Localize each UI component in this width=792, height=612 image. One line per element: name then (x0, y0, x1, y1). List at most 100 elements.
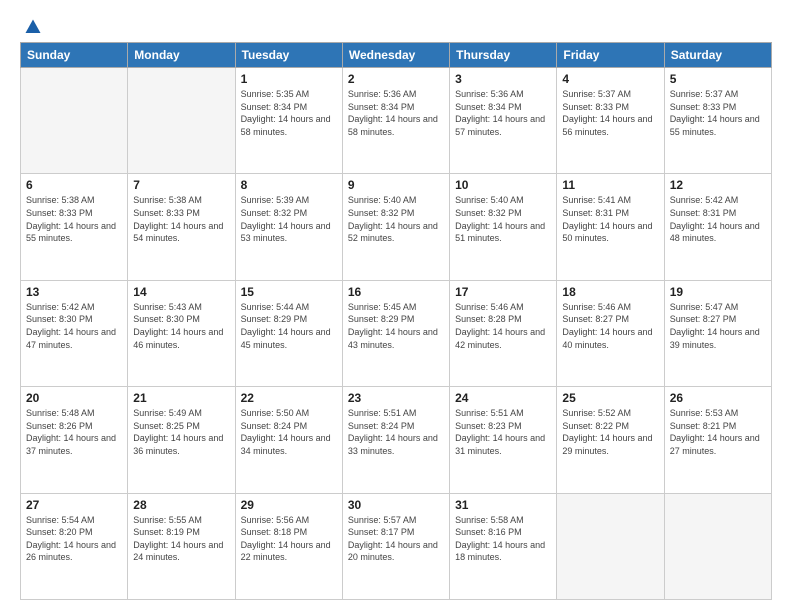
day-number: 12 (670, 178, 766, 192)
page: SundayMondayTuesdayWednesdayThursdayFrid… (0, 0, 792, 612)
cell-info: Sunrise: 5:37 AMSunset: 8:33 PMDaylight:… (670, 88, 766, 138)
calendar-week-row: 1Sunrise: 5:35 AMSunset: 8:34 PMDaylight… (21, 68, 772, 174)
day-number: 22 (241, 391, 337, 405)
day-number: 17 (455, 285, 551, 299)
cell-info: Sunrise: 5:51 AMSunset: 8:23 PMDaylight:… (455, 407, 551, 457)
calendar-week-row: 13 Sunrise: 5:42 AMSunset: 8:30 PMDayligh… (21, 280, 772, 386)
calendar-cell: 13 Sunrise: 5:42 AMSunset: 8:30 PMDayligh… (21, 280, 128, 386)
calendar-cell: 29Sunrise: 5:56 AMSunset: 8:18 PMDayligh… (235, 493, 342, 599)
day-number: 19 (670, 285, 766, 299)
calendar-cell: 22 Sunrise: 5:50 AMSunset: 8:24 PMDayligh… (235, 387, 342, 493)
cell-info: Sunrise: 5:45 AMSunset: 8:29 PMDaylight:… (348, 301, 444, 351)
day-number: 15 (241, 285, 337, 299)
cell-info: Sunrise: 5:58 AMSunset: 8:16 PMDaylight:… (455, 514, 551, 564)
day-number: 29 (241, 498, 337, 512)
day-number: 3 (455, 72, 551, 86)
day-number: 21 (133, 391, 229, 405)
calendar-cell: 10 Sunrise: 5:40 AMSunset: 8:32 PMDayligh… (450, 174, 557, 280)
day-number: 31 (455, 498, 551, 512)
day-number: 8 (241, 178, 337, 192)
day-number: 30 (348, 498, 444, 512)
calendar-cell: 3Sunrise: 5:36 AMSunset: 8:34 PMDaylight… (450, 68, 557, 174)
cell-info: Sunrise: 5:44 AMSunset: 8:29 PMDaylight:… (241, 301, 337, 351)
day-number: 27 (26, 498, 122, 512)
calendar-cell: 27 Sunrise: 5:54 AMSunset: 8:20 PMDayligh… (21, 493, 128, 599)
cell-info: Sunrise: 5:55 AMSunset: 8:19 PMDaylight:… (133, 514, 229, 564)
cell-info: Sunrise: 5:51 AMSunset: 8:24 PMDaylight:… (348, 407, 444, 457)
cell-info: Sunrise: 5:54 AMSunset: 8:20 PMDaylight:… (26, 514, 122, 564)
day-number: 20 (26, 391, 122, 405)
calendar-cell (557, 493, 664, 599)
calendar-cell: 11Sunrise: 5:41 AMSunset: 8:31 PMDayligh… (557, 174, 664, 280)
day-of-week-header: Monday (128, 43, 235, 68)
cell-info: Sunrise: 5:36 AMSunset: 8:34 PMDaylight:… (348, 88, 444, 138)
day-number: 5 (670, 72, 766, 86)
calendar-cell: 5 Sunrise: 5:37 AMSunset: 8:33 PMDaylight… (664, 68, 771, 174)
day-number: 9 (348, 178, 444, 192)
day-number: 24 (455, 391, 551, 405)
calendar-cell: 12 Sunrise: 5:42 AMSunset: 8:31 PMDayligh… (664, 174, 771, 280)
cell-info: Sunrise: 5:47 AMSunset: 8:27 PMDaylight:… (670, 301, 766, 351)
calendar-cell: 15 Sunrise: 5:44 AMSunset: 8:29 PMDayligh… (235, 280, 342, 386)
cell-info: Sunrise: 5:38 AMSunset: 8:33 PMDaylight:… (26, 194, 122, 244)
day-number: 28 (133, 498, 229, 512)
cell-info: Sunrise: 5:35 AMSunset: 8:34 PMDaylight:… (241, 88, 337, 138)
cell-info: Sunrise: 5:39 AMSunset: 8:32 PMDaylight:… (241, 194, 337, 244)
calendar-week-row: 20Sunrise: 5:48 AMSunset: 8:26 PMDayligh… (21, 387, 772, 493)
calendar-cell: 24 Sunrise: 5:51 AMSunset: 8:23 PMDayligh… (450, 387, 557, 493)
cell-info: Sunrise: 5:43 AMSunset: 8:30 PMDaylight:… (133, 301, 229, 351)
cell-info: Sunrise: 5:37 AMSunset: 8:33 PMDaylight:… (562, 88, 658, 138)
cell-info: Sunrise: 5:42 AMSunset: 8:30 PMDaylight:… (26, 301, 122, 351)
calendar-cell: 4Sunrise: 5:37 AMSunset: 8:33 PMDaylight… (557, 68, 664, 174)
calendar-cell: 23Sunrise: 5:51 AMSunset: 8:24 PMDayligh… (342, 387, 449, 493)
calendar-cell: 31 Sunrise: 5:58 AMSunset: 8:16 PMDayligh… (450, 493, 557, 599)
calendar-cell: 25 Sunrise: 5:52 AMSunset: 8:22 PMDayligh… (557, 387, 664, 493)
calendar-cell: 16 Sunrise: 5:45 AMSunset: 8:29 PMDayligh… (342, 280, 449, 386)
calendar-table: SundayMondayTuesdayWednesdayThursdayFrid… (20, 42, 772, 600)
day-number: 2 (348, 72, 444, 86)
day-of-week-header: Thursday (450, 43, 557, 68)
day-number: 16 (348, 285, 444, 299)
calendar-cell (128, 68, 235, 174)
cell-info: Sunrise: 5:41 AMSunset: 8:31 PMDaylight:… (562, 194, 658, 244)
calendar-cell: 20Sunrise: 5:48 AMSunset: 8:26 PMDayligh… (21, 387, 128, 493)
day-number: 25 (562, 391, 658, 405)
cell-info: Sunrise: 5:40 AMSunset: 8:32 PMDaylight:… (348, 194, 444, 244)
calendar-body: 1Sunrise: 5:35 AMSunset: 8:34 PMDaylight… (21, 68, 772, 600)
calendar-cell: 30 Sunrise: 5:57 AMSunset: 8:17 PMDayligh… (342, 493, 449, 599)
calendar-cell: 26Sunrise: 5:53 AMSunset: 8:21 PMDayligh… (664, 387, 771, 493)
day-number: 7 (133, 178, 229, 192)
day-number: 14 (133, 285, 229, 299)
day-number: 26 (670, 391, 766, 405)
cell-info: Sunrise: 5:52 AMSunset: 8:22 PMDaylight:… (562, 407, 658, 457)
day-of-week-header: Saturday (664, 43, 771, 68)
day-of-week-header: Tuesday (235, 43, 342, 68)
cell-info: Sunrise: 5:42 AMSunset: 8:31 PMDaylight:… (670, 194, 766, 244)
day-number: 13 (26, 285, 122, 299)
days-of-week-row: SundayMondayTuesdayWednesdayThursdayFrid… (21, 43, 772, 68)
cell-info: Sunrise: 5:46 AMSunset: 8:27 PMDaylight:… (562, 301, 658, 351)
day-of-week-header: Wednesday (342, 43, 449, 68)
calendar-cell: 7Sunrise: 5:38 AMSunset: 8:33 PMDaylight… (128, 174, 235, 280)
calendar-week-row: 27 Sunrise: 5:54 AMSunset: 8:20 PMDayligh… (21, 493, 772, 599)
cell-info: Sunrise: 5:57 AMSunset: 8:17 PMDaylight:… (348, 514, 444, 564)
calendar-week-row: 6 Sunrise: 5:38 AMSunset: 8:33 PMDaylight… (21, 174, 772, 280)
calendar-cell: 9 Sunrise: 5:40 AMSunset: 8:32 PMDaylight… (342, 174, 449, 280)
cell-info: Sunrise: 5:50 AMSunset: 8:24 PMDaylight:… (241, 407, 337, 457)
header (20, 18, 772, 32)
day-number: 18 (562, 285, 658, 299)
cell-info: Sunrise: 5:49 AMSunset: 8:25 PMDaylight:… (133, 407, 229, 457)
day-of-week-header: Friday (557, 43, 664, 68)
calendar-cell: 21 Sunrise: 5:49 AMSunset: 8:25 PMDayligh… (128, 387, 235, 493)
calendar-cell: 6 Sunrise: 5:38 AMSunset: 8:33 PMDaylight… (21, 174, 128, 280)
cell-info: Sunrise: 5:40 AMSunset: 8:32 PMDaylight:… (455, 194, 551, 244)
calendar-cell (664, 493, 771, 599)
calendar-cell: 17Sunrise: 5:46 AMSunset: 8:28 PMDayligh… (450, 280, 557, 386)
day-number: 10 (455, 178, 551, 192)
day-of-week-header: Sunday (21, 43, 128, 68)
calendar-cell: 2 Sunrise: 5:36 AMSunset: 8:34 PMDaylight… (342, 68, 449, 174)
calendar-cell: 28 Sunrise: 5:55 AMSunset: 8:19 PMDayligh… (128, 493, 235, 599)
logo-icon (24, 18, 42, 36)
calendar-cell: 1Sunrise: 5:35 AMSunset: 8:34 PMDaylight… (235, 68, 342, 174)
day-number: 6 (26, 178, 122, 192)
